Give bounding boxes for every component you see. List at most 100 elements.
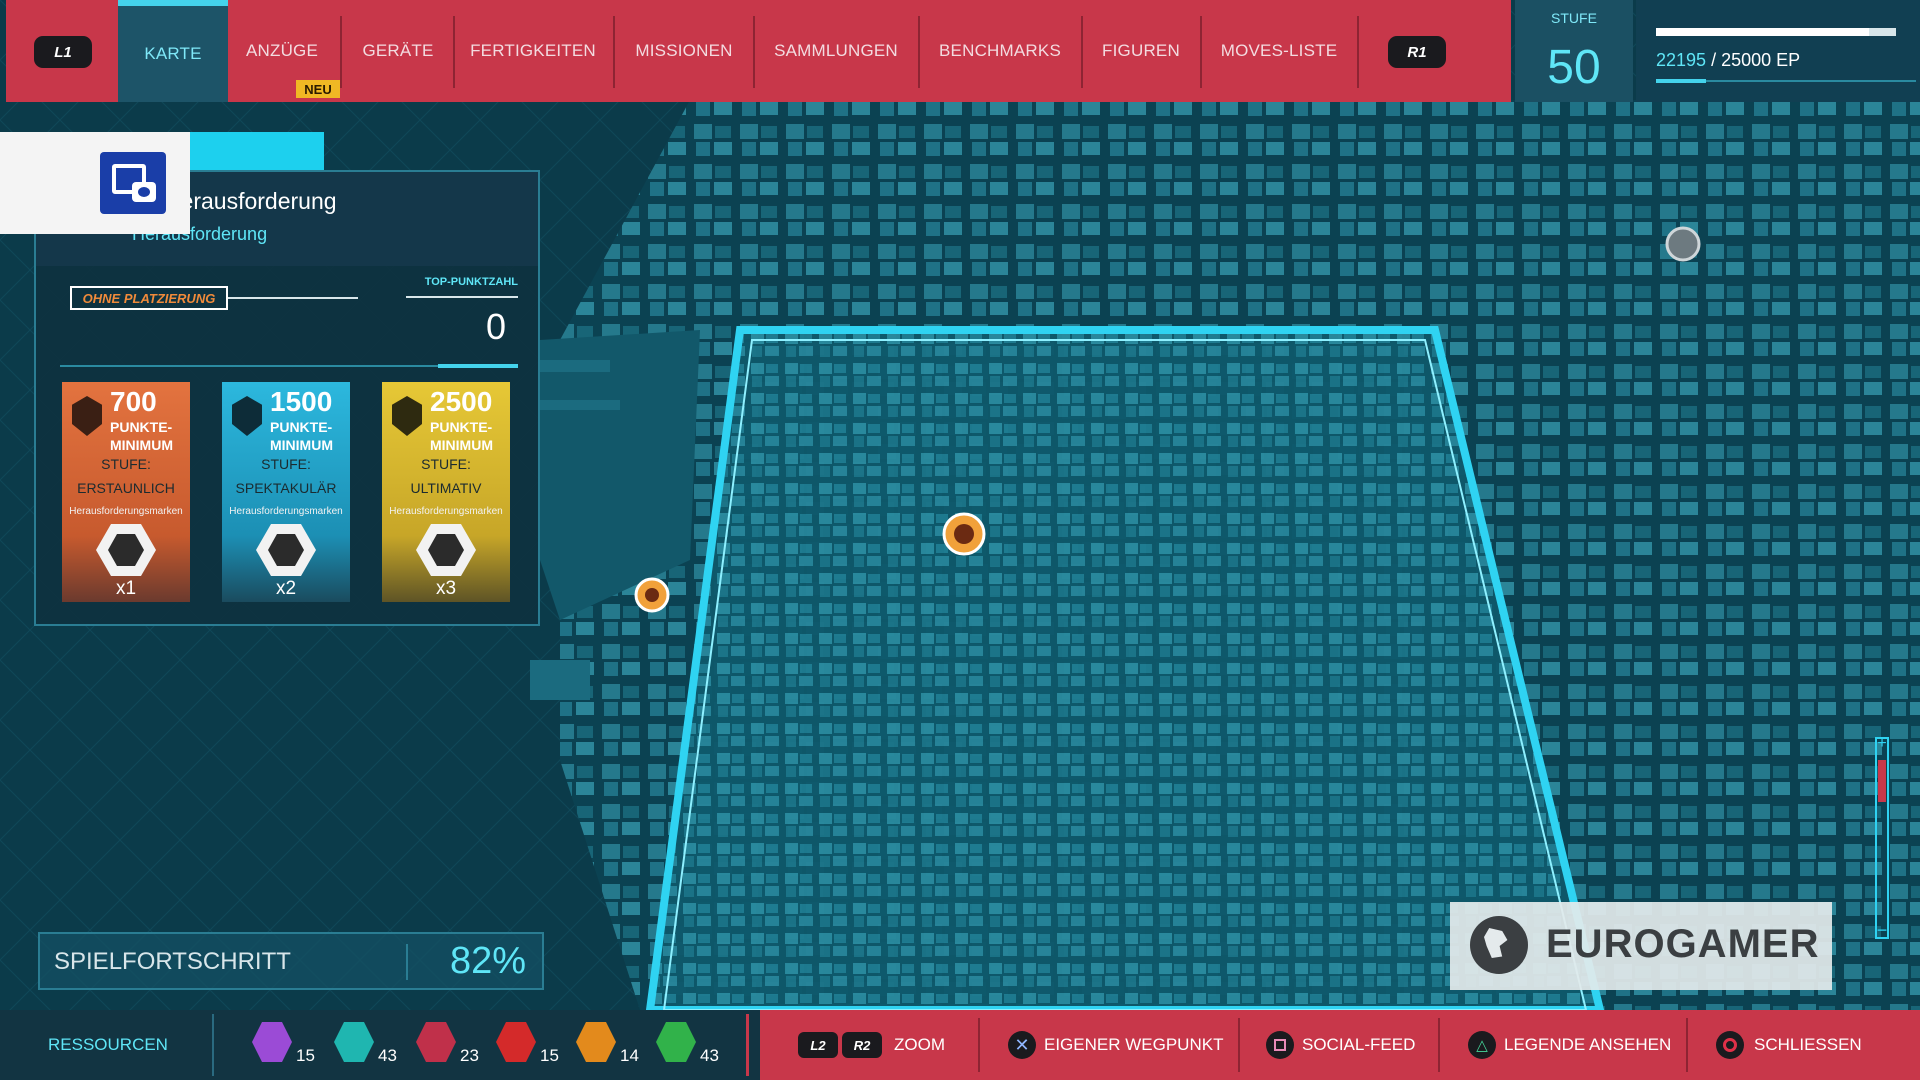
tab-benchmarks[interactable]: BENCHMARKS [922,0,1078,102]
top-score-value: 0 [485,306,506,347]
tier-stage: ERSTAUNLICH [77,480,175,496]
tier-card-spectacular[interactable]: 1500 PUNKTE- MINIMUM STUFE: SPEKTAKULÄR H… [222,382,350,602]
xp-panel: 22195 / 25000 EP [1636,0,1920,102]
tab-sammlungen[interactable]: SAMMLUNGEN [758,0,914,102]
challenge-marker-main[interactable] [942,512,986,556]
screenshot-overlay[interactable] [0,132,190,234]
challenge-token-icon [256,524,316,576]
waypoint-control[interactable]: ✕ EIGENER WEGPUNKT [1008,1010,1223,1080]
tab-missionen[interactable]: MISSIONEN [618,0,750,102]
xp-bar-track [1656,28,1896,36]
resources-label: RESSOURCEN [48,1035,168,1054]
challenge-marker-side[interactable] [634,577,670,613]
r2-button: R2 [842,1032,882,1058]
svg-text:−: − [1877,920,1888,940]
resource-backpack: 43 [330,1018,410,1076]
tier-points: 1500 [270,386,333,417]
control-divider [978,1018,980,1072]
tab-moves-liste[interactable]: MOVES-LISTE [1204,0,1354,102]
level-panel: STUFE 50 [1515,0,1633,102]
social-feed-control[interactable]: SOCIAL-FEED [1266,1010,1415,1080]
xp-underline [1656,79,1916,83]
tier-min-label: PUNKTE- MINIMUM [110,419,173,453]
score-track-accent [438,364,518,368]
xp-total: 25000 EP [1721,50,1801,70]
xp-bar-fill [1656,28,1870,36]
square-button-icon [1266,1031,1294,1059]
game-screen: + − L1 KARTE ANZÜGE NEU GERÄTE FERTIGKEI… [0,0,1920,1080]
tier-count: x3 [435,578,457,599]
tier-reward-label: Herausforderungsmarken [389,506,503,517]
tier-stage-label: STUFE: [101,456,151,472]
tab-karte[interactable]: KARTE [118,0,228,102]
progress-divider [406,944,408,980]
zoom-control[interactable]: L2 R2 ZOOM [798,1010,945,1080]
l1-button[interactable]: L1 [34,36,92,68]
landmark-token-icon [656,1022,696,1062]
resource-crime: 15 [492,1018,572,1076]
l2-button: L2 [798,1032,838,1058]
shield-icon [72,396,102,436]
fist-marker[interactable] [1665,226,1701,262]
top-score-line [406,296,518,298]
resource-divider [212,1014,214,1076]
tab-divider [1081,16,1083,88]
watermark-text: EUROGAMER [1546,922,1820,966]
tier-min-label: PUNKTE- MINIMUM [430,419,493,453]
tier-reward-label: Herausforderungsmarken [229,506,343,517]
resource-challenge: 14 [572,1018,652,1076]
game-progress: SPIELFORTSCHRITT 82% [38,932,544,990]
resource-count: 23 [460,1046,479,1065]
controls-divider [746,1014,749,1076]
tab-fertigkeiten[interactable]: FERTIGKEITEN [458,0,608,102]
xp-current: 22195 [1656,50,1707,70]
control-divider [1438,1018,1440,1072]
tab-geraete[interactable]: GERÄTE [346,0,450,102]
resource-count: 14 [620,1046,639,1065]
zoom-label: ZOOM [894,1035,945,1054]
tier-min-label: PUNKTE- MINIMUM [270,419,333,453]
waypoint-label: EIGENER WEGPUNKT [1044,1035,1224,1054]
tier-points: 2500 [430,386,493,417]
placement-badge: OHNE PLATZIERUNG [70,286,228,310]
tier-card-ultimate[interactable]: 2500 PUNKTE- MINIMUM STUFE: ULTIMATIV Her… [382,382,510,602]
crime-token-icon [496,1022,536,1062]
tab-divider [918,16,920,88]
r1-button[interactable]: R1 [1388,36,1446,68]
progress-value: 82% [449,940,526,982]
tier-points: 700 [110,386,157,417]
top-score-label: TOP-PUNKTZAHL [424,276,518,288]
placement-line [228,297,358,299]
tier-reward-label: Herausforderungsmarken [69,506,183,517]
tier-card-amazing[interactable]: 700 PUNKTE- MINIMUM STUFE: ERSTAUNLICH He… [62,382,190,602]
level-label: STUFE [1551,10,1597,26]
cross-button-icon: ✕ [1008,1031,1036,1059]
globe-icon [1470,916,1528,974]
legend-label: LEGENDE ANSEHEN [1504,1035,1672,1054]
shield-icon [232,396,262,436]
circle-button-icon [1716,1031,1744,1059]
level-value: 50 [1547,41,1601,94]
shield-icon [392,396,422,436]
tab-divider [613,16,615,88]
resource-base: 23 [412,1018,492,1076]
camera-frame-icon [100,152,166,214]
tab-divider [1357,16,1359,88]
tier-stage-label: STUFE: [261,456,311,472]
base-token-icon [416,1022,456,1062]
new-badge: NEU [296,80,340,98]
legend-control[interactable]: △ LEGENDE ANSEHEN [1468,1010,1671,1080]
tab-divider [753,16,755,88]
triangle-button-icon: △ [1468,1031,1496,1059]
resource-research: 15 [248,1018,328,1076]
research-token-icon [252,1022,292,1062]
tier-stage: ULTIMATIV [410,480,482,496]
tab-figuren[interactable]: FIGUREN [1086,0,1196,102]
backpack-token-icon [334,1022,374,1062]
score-track [60,364,518,368]
challenge-token-icon [576,1022,616,1062]
resource-landmark: 43 [652,1018,732,1076]
svg-text:+: + [1877,735,1886,752]
xp-underline-accent [1656,79,1706,83]
close-control[interactable]: SCHLIESSEN [1716,1010,1862,1080]
